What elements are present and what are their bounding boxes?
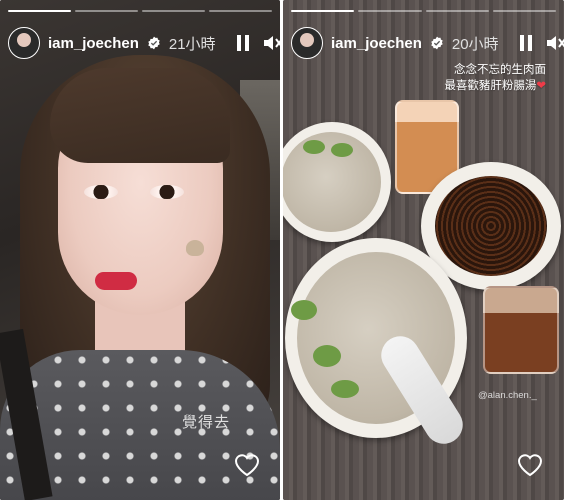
progress-segment <box>209 10 272 12</box>
dark-noodles <box>435 176 547 276</box>
avatar[interactable] <box>8 27 40 59</box>
lips <box>95 272 137 290</box>
progress-segment <box>291 10 355 12</box>
story-progress-bars <box>291 10 556 13</box>
caption-line: 念念不忘的生肉面 <box>454 64 546 76</box>
greens <box>331 143 353 157</box>
pause-icon[interactable] <box>515 32 537 54</box>
verified-icon <box>148 36 160 50</box>
caption-line: 最喜歡豬肝粉腸湯❤ <box>444 80 546 92</box>
right-eye <box>150 185 184 199</box>
mute-icon[interactable] <box>545 32 564 54</box>
story-header: iam_joechen 20小時 <box>283 24 564 62</box>
progress-segment <box>358 10 422 12</box>
heart-earring <box>186 240 204 256</box>
milk-tea-glass <box>483 286 559 374</box>
bangs <box>50 68 230 163</box>
username[interactable]: iam_joechen <box>331 35 422 52</box>
avatar[interactable] <box>291 27 323 59</box>
story-caption: 念念不忘的生肉面 最喜歡豬肝粉腸湯❤ <box>444 62 546 94</box>
story-header: iam_joechen 21小時 <box>0 24 280 62</box>
heart-icon[interactable] <box>515 450 545 480</box>
story-left[interactable]: 覺得去 iam_joechen 21小時 <box>0 0 280 500</box>
mention-tag[interactable]: @alan.chen._ <box>478 390 537 401</box>
progress-segment <box>492 10 556 12</box>
username[interactable]: iam_joechen <box>48 35 139 52</box>
progress-segment <box>75 10 138 12</box>
greens <box>313 345 341 367</box>
progress-segment <box>142 10 205 12</box>
post-time: 20小時 <box>451 35 499 53</box>
verified-icon <box>431 36 443 50</box>
story-sticker-text: 覺得去 <box>182 414 231 431</box>
greens <box>303 140 325 154</box>
greens <box>291 300 317 320</box>
left-eye <box>84 185 118 199</box>
progress-segment <box>8 10 71 12</box>
story-progress-bars <box>8 10 272 13</box>
heart-emoji: ❤ <box>536 80 546 92</box>
progress-segment <box>425 10 489 12</box>
pause-icon[interactable] <box>232 32 254 54</box>
story-right[interactable]: 念念不忘的生肉面 最喜歡豬肝粉腸湯❤ @alan.chen._ iam_joec… <box>283 0 564 500</box>
mute-icon[interactable] <box>262 32 280 54</box>
greens <box>331 380 359 398</box>
post-time: 21小時 <box>168 35 216 53</box>
heart-icon[interactable] <box>232 450 262 480</box>
